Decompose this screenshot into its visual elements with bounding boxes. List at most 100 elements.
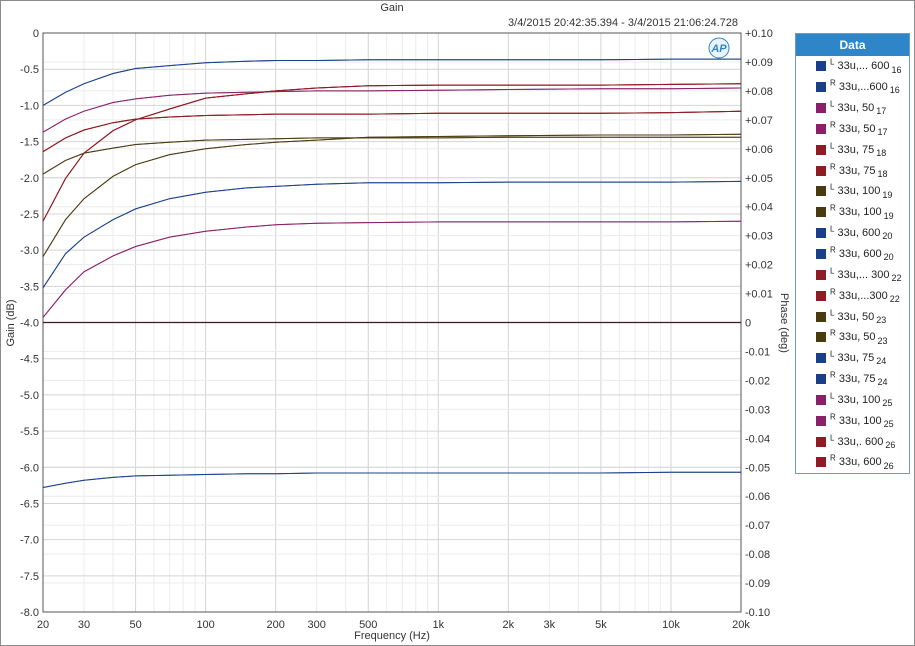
- legend-swatch: [816, 123, 826, 134]
- series-line: [42, 133, 742, 257]
- y2-tick-label: -0.09: [745, 578, 770, 590]
- y-tick-label: -3.5: [20, 281, 39, 293]
- y2-tick-label: +0.10: [745, 28, 773, 40]
- y2-tick-label: -0.06: [745, 491, 770, 503]
- y-tick-label: -2.5: [20, 209, 39, 221]
- series-line: [42, 87, 742, 133]
- legend-text: 33u,... 300: [834, 268, 890, 281]
- y-tick-label: -6.5: [20, 498, 39, 510]
- y-tick-label: -7.5: [20, 571, 39, 583]
- legend-text: 33u, 50: [835, 331, 876, 344]
- y-tick-label: -4.5: [20, 354, 39, 366]
- legend-swatch: [816, 207, 826, 218]
- legend-number: 16: [891, 64, 902, 75]
- legend-number: 22: [889, 293, 900, 304]
- series-line: [42, 471, 741, 488]
- legend-label: R 33u, 75 24: [830, 371, 888, 387]
- x-tick-label: 100: [196, 619, 214, 631]
- legend-label: R 33u, 100 25: [830, 413, 894, 429]
- legend-text: 33u, 100: [835, 206, 882, 219]
- x-tick-label: 5k: [595, 619, 607, 631]
- x-tick-label: 50: [129, 619, 141, 631]
- y-tick-label: 0: [33, 28, 39, 40]
- y2-tick-label: +0.02: [745, 260, 773, 272]
- legend-text: 33u, 75: [834, 143, 875, 156]
- legend-label: R 33u, 100 19: [830, 204, 894, 221]
- y2-tick-label: -0.05: [745, 462, 770, 474]
- legend-text: 33u, 50: [834, 310, 875, 323]
- legend-text: 33u, 600: [835, 456, 882, 469]
- legend-item[interactable]: L 33u, 75 18: [796, 139, 909, 160]
- legend-number: 26: [883, 460, 894, 471]
- legend-label: R 33u,...600 16: [830, 79, 900, 95]
- legend-item[interactable]: L 33u,... 600 16: [796, 56, 909, 77]
- legend-number: 19: [883, 210, 894, 221]
- x-tick-label: 20k: [732, 619, 750, 631]
- legend-item[interactable]: R 33u, 75 18: [796, 160, 909, 181]
- legend-item[interactable]: L 33u, 50 23: [796, 306, 909, 327]
- legend-label: L 33u, 75 18: [830, 142, 887, 158]
- y2-tick-label: +0.08: [745, 86, 773, 98]
- y2-tick-label: -0.10: [745, 607, 770, 619]
- legend-text: 33u, 50: [835, 122, 876, 135]
- legend-item[interactable]: R 33u, 50 23: [796, 327, 909, 348]
- legend-item[interactable]: L 33u,. 600 26: [796, 431, 909, 452]
- y2-tick-label: -0.03: [745, 404, 770, 416]
- legend-item[interactable]: L 33u, 100 19: [796, 181, 909, 202]
- legend-label: L 33u, 50 17: [830, 100, 887, 117]
- y-tick-label: -1.5: [20, 137, 39, 149]
- legend-text: 33u, 600: [835, 248, 882, 261]
- legend-text: 33u, 600: [834, 227, 881, 240]
- ap-logo-text: AP: [710, 43, 727, 55]
- legend-text: 33u,...600: [835, 81, 888, 94]
- legend-number: 24: [876, 356, 887, 367]
- legend-label: L 33u, 100 19: [830, 183, 893, 200]
- legend-item[interactable]: R 33u, 50 17: [796, 119, 909, 140]
- y-tick-label: -8.0: [20, 607, 39, 619]
- legend-text: 33u, 100: [834, 185, 881, 198]
- chart-subtitle: 3/4/2015 20:42:35.394 - 3/4/2015 21:06:2…: [508, 17, 738, 29]
- legend-number: 20: [882, 231, 893, 242]
- series-line: [42, 133, 742, 257]
- legend-swatch: [816, 457, 826, 468]
- legend-number: 17: [876, 106, 887, 117]
- legend-text: 33u, 75: [835, 164, 876, 177]
- legend-item[interactable]: R 33u, 600 26: [796, 452, 909, 473]
- legend-item[interactable]: L 33u, 100 25: [796, 390, 909, 411]
- y2-tick-label: +0.09: [745, 57, 773, 69]
- legend-swatch: [816, 249, 826, 260]
- series-line: [42, 180, 742, 289]
- y-tick-label: -4.0: [20, 318, 39, 330]
- legend-swatch: [816, 165, 826, 176]
- legend-item[interactable]: R 33u, 75 24: [796, 369, 909, 390]
- legend-swatch: [816, 394, 826, 405]
- legend-item[interactable]: R 33u, 600 20: [796, 244, 909, 265]
- legend-number: 19: [882, 189, 893, 200]
- legend-swatch: [816, 144, 826, 155]
- legend-swatch: [816, 290, 826, 301]
- legend-item[interactable]: L 33u, 50 17: [796, 98, 909, 119]
- x-tick-label: 1k: [432, 619, 444, 631]
- y-tick-label: -3.0: [20, 245, 39, 257]
- legend-item[interactable]: R 33u,...600 16: [796, 77, 909, 98]
- legend-number: 18: [876, 147, 887, 158]
- y2-tick-label: 0: [745, 318, 751, 330]
- legend-swatch: [816, 353, 826, 364]
- legend-item[interactable]: L 33u, 75 24: [796, 348, 909, 369]
- x-tick-label: 200: [266, 619, 284, 631]
- y2-tick-label: +0.05: [745, 173, 773, 185]
- legend-item[interactable]: L 33u, 600 20: [796, 223, 909, 244]
- y2-tick-label: +0.01: [745, 289, 773, 301]
- x-tick-label: 30: [78, 619, 90, 631]
- legend-item[interactable]: R 33u, 100 19: [796, 202, 909, 223]
- legend-text: 33u, 75: [834, 352, 875, 365]
- legend-item[interactable]: L 33u,... 300 22: [796, 264, 909, 285]
- legend-item[interactable]: R 33u, 100 25: [796, 410, 909, 431]
- legend-label: R 33u,...300 22: [830, 288, 900, 304]
- y2-tick-label: -0.08: [745, 549, 770, 561]
- legend-item[interactable]: R 33u,...300 22: [796, 285, 909, 306]
- series-line: [42, 110, 742, 153]
- legend: Data L 33u,... 600 16 R 33u,...600 16 L 33u,…: [795, 33, 910, 474]
- series-line: [42, 136, 741, 175]
- legend-text: 33u, 100: [835, 414, 882, 427]
